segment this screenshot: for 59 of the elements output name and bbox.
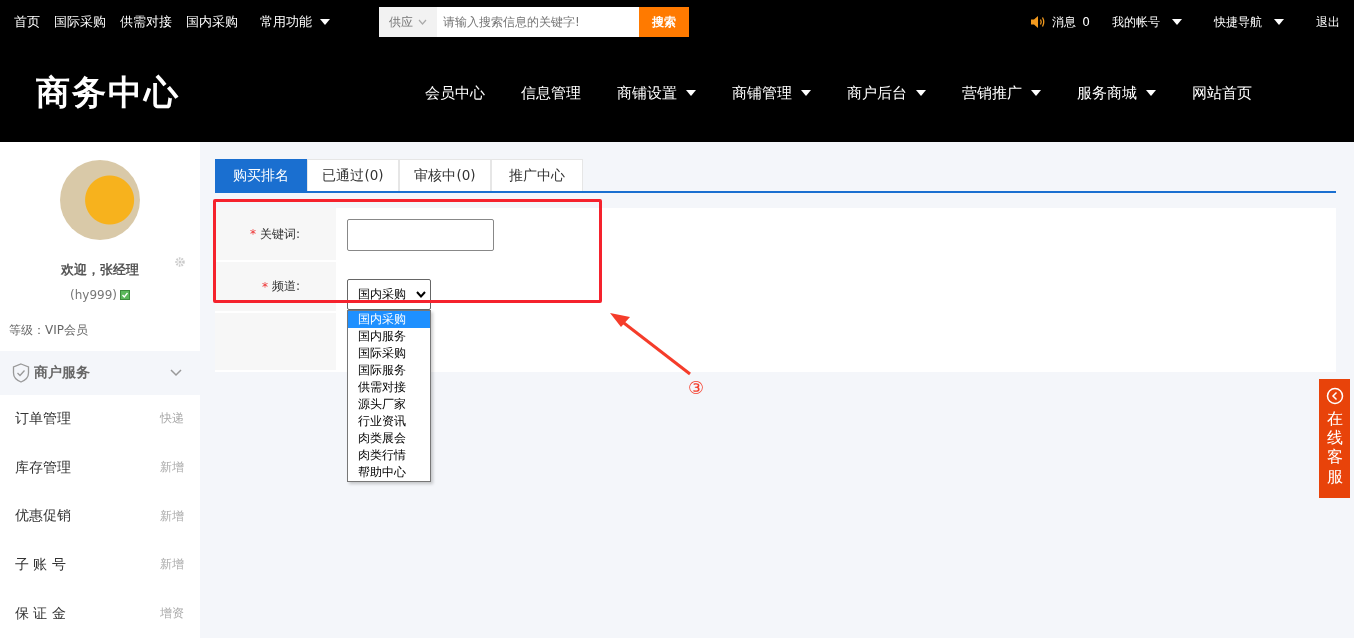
nav-link[interactable]: 会员中心 xyxy=(425,83,485,103)
nav-link[interactable]: 商铺管理 xyxy=(732,83,811,103)
menu-link[interactable]: 我的帐号 xyxy=(1112,13,1182,31)
chevron-left-circle-icon xyxy=(1325,387,1344,405)
messages-link[interactable]: 消息 0 xyxy=(1030,13,1090,31)
dropdown-option[interactable]: 国内服务 xyxy=(348,328,430,345)
nav-link[interactable]: 国内采购 xyxy=(186,13,238,31)
member-level-text: 等级：VIP会员 xyxy=(9,322,88,339)
tab[interactable]: 购买排名 xyxy=(215,159,307,191)
nav-link[interactable]: 常用功能 xyxy=(260,13,330,31)
nav-link[interactable]: 服务商城 xyxy=(1077,83,1156,103)
channel-select[interactable]: 国内采购 xyxy=(347,279,431,310)
gear-icon xyxy=(174,256,186,268)
section-title: 商户服务 xyxy=(34,363,90,382)
field-label: 频道: xyxy=(271,278,300,295)
dropdown-option[interactable]: 肉类行情 xyxy=(348,447,430,464)
nav-link[interactable]: 供需对接 xyxy=(120,13,172,31)
chevron-down-icon xyxy=(416,291,426,298)
tab[interactable]: 已通过(0) xyxy=(307,159,399,191)
nav-link[interactable]: 信息管理 xyxy=(521,83,581,103)
nav-link[interactable]: 国际采购 xyxy=(54,13,106,31)
field-label: 关键词: xyxy=(259,225,300,243)
dropdown-option[interactable]: 源头厂家 xyxy=(348,396,430,413)
sidebar-item[interactable]: 订单管理 xyxy=(15,409,71,428)
nav-link[interactable]: 首页 xyxy=(14,13,40,31)
search-field[interactable]: 请输入搜索信息的关键字! xyxy=(437,7,639,37)
section-header[interactable]: 商户服务 xyxy=(0,350,200,395)
dropdown-option[interactable]: 行业资讯 xyxy=(348,413,430,430)
username-text: (hy999) xyxy=(70,288,117,302)
dropdown-option[interactable]: 国际采购 xyxy=(348,345,430,362)
menu-link[interactable]: 快捷导航 xyxy=(1214,13,1284,31)
sidebar-item[interactable]: 优惠促销 xyxy=(15,507,71,526)
caret-icon xyxy=(1172,19,1182,25)
required-asterisk: * xyxy=(261,279,268,294)
sidebar-item[interactable]: 库存管理 xyxy=(15,458,71,477)
speaker-icon xyxy=(1030,15,1047,29)
nav-link[interactable]: 网站首页 xyxy=(1192,83,1252,103)
tab[interactable]: 推广中心 xyxy=(491,159,583,191)
shield-check-icon xyxy=(12,362,30,383)
nav-link[interactable]: 商铺设置 xyxy=(617,83,696,103)
logout-link[interactable]: 退出 xyxy=(1316,13,1340,31)
dropdown-option[interactable]: 肉类展会 xyxy=(348,430,430,447)
sidebar-item[interactable]: 子 账 号 xyxy=(15,555,66,574)
dropdown-option[interactable]: 帮助中心 xyxy=(348,464,430,481)
scope-dropdown[interactable]: 供应 xyxy=(379,7,437,37)
keyword-input-field[interactable] xyxy=(347,219,494,251)
online-service-button[interactable]: 在线客服 xyxy=(1319,379,1350,498)
dropdown-option[interactable]: 国际服务 xyxy=(348,362,430,379)
annotation-number: ③ xyxy=(688,377,705,398)
caret-icon xyxy=(1274,19,1284,25)
nav-link[interactable]: 商户后台 xyxy=(847,83,926,103)
required-asterisk: * xyxy=(249,227,256,241)
dropdown-option[interactable]: 供需对接 xyxy=(348,379,430,396)
chevron-down-icon xyxy=(418,19,427,25)
tab[interactable]: 审核中(0) xyxy=(399,159,491,191)
site-title: 商务中心 xyxy=(36,71,180,114)
welcome-text: 欢迎，张经理 xyxy=(61,261,139,279)
sidebar-item[interactable]: 保 证 金 xyxy=(15,604,66,623)
nav-link[interactable]: 营销推广 xyxy=(962,83,1041,103)
